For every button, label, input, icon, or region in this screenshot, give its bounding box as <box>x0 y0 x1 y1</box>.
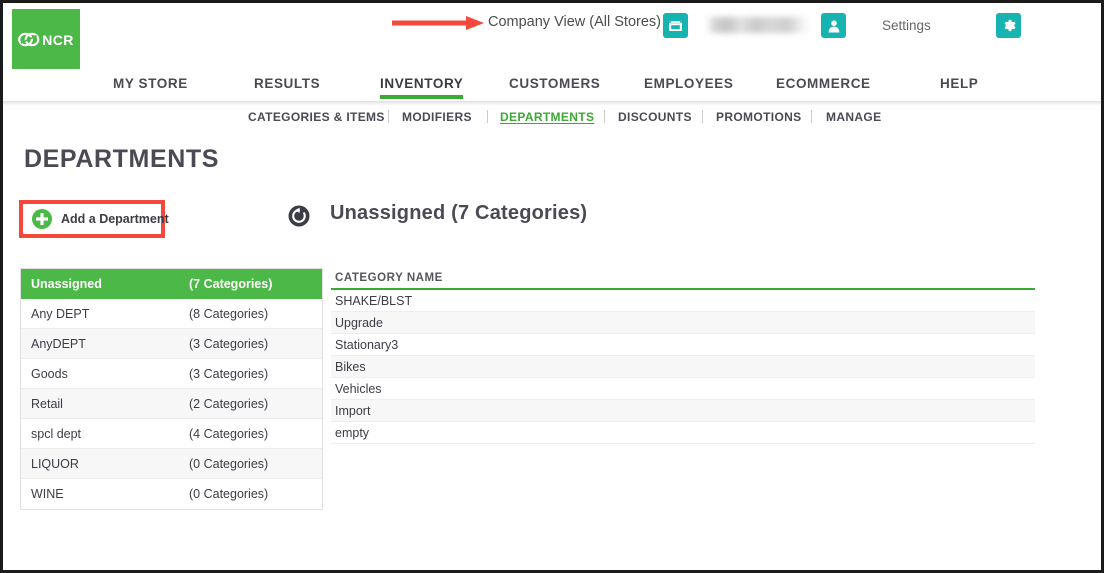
category-name: SHAKE/BLST <box>335 293 413 308</box>
mainnav-item-label: INVENTORY <box>380 76 464 91</box>
department-row[interactable]: LIQUOR (0 Categories) <box>21 449 322 479</box>
department-row[interactable]: Any DEPT (8 Categories) <box>21 299 322 329</box>
department-name: Goods <box>31 366 68 381</box>
department-category-count: (8 Categories) <box>189 306 269 321</box>
subnav-item-categories-items[interactable]: CATEGORIES & ITEMS <box>248 110 385 124</box>
mainnav-item-label: RESULTS <box>254 76 321 91</box>
mainnav-item-label: MY STORE <box>113 76 188 91</box>
mainnav-item-help[interactable]: HELP <box>940 76 978 91</box>
plus-circle-icon <box>32 209 52 229</box>
category-row[interactable]: Bikes <box>331 356 1035 378</box>
mainnav-item-label: HELP <box>940 76 979 91</box>
mainnav-item-results[interactable]: RESULTS <box>254 76 320 91</box>
department-row[interactable]: Unassigned (7 Categories) <box>21 269 322 299</box>
category-row[interactable]: Upgrade <box>331 312 1035 334</box>
department-category-count: (0 Categories) <box>189 487 269 501</box>
department-name: Retail <box>31 396 63 411</box>
department-category-count: (7 Categories) <box>189 277 273 291</box>
settings-link[interactable]: Settings <box>882 18 931 33</box>
subnav-separator <box>811 110 812 123</box>
username-redacted <box>706 17 810 33</box>
department-row[interactable]: WINE (0 Categories) <box>21 479 322 509</box>
department-category-count: (0 Categories) <box>189 456 269 471</box>
mainnav-item-inventory[interactable]: INVENTORY <box>380 76 464 99</box>
refresh-icon[interactable] <box>288 205 310 227</box>
subnav-item-manage[interactable]: MANAGE <box>826 110 881 124</box>
department-category-count: (2 Categories) <box>189 396 269 411</box>
category-row[interactable]: SHAKE/BLST <box>331 290 1035 312</box>
department-name: spcl dept <box>31 426 82 441</box>
ncr-logo[interactable]: NCR <box>12 9 80 70</box>
department-name: AnyDEPT <box>31 336 86 351</box>
company-view-selector[interactable]: Company View (All Stores) <box>488 14 661 30</box>
category-row[interactable]: Vehicles <box>331 378 1035 400</box>
subnav-separator <box>702 110 703 123</box>
department-name: Any DEPT <box>31 306 90 321</box>
category-name: Upgrade <box>335 315 383 330</box>
main-navigation: MY STORE RESULTS INVENTORY CUSTOMERS EMPLOYE… <box>3 69 1101 102</box>
department-row[interactable]: Goods (3 Categories) <box>21 359 322 389</box>
gear-glyph <box>1004 19 1016 32</box>
ncr-rings-icon <box>18 32 40 47</box>
application-window: NCR Company View (All Stores) Settings M… <box>0 0 1104 573</box>
user-glyph <box>828 19 839 32</box>
add-department-button[interactable]: Add a Department <box>23 204 169 234</box>
department-row[interactable]: Retail (2 Categories) <box>21 389 322 419</box>
department-category-count: (4 Categories) <box>189 426 269 441</box>
store-glyph <box>669 20 682 31</box>
subnav-separator <box>487 110 488 123</box>
top-bar: NCR Company View (All Stores) Settings <box>3 3 1101 71</box>
store-icon[interactable] <box>663 13 688 38</box>
add-department-label: Add a Department <box>61 212 169 226</box>
subnav-item-modifiers[interactable]: MODIFIERS <box>402 110 472 124</box>
mainnav-active-underline <box>380 95 464 99</box>
category-table: CATEGORY NAME SHAKE/BLST Upgrade Stationar… <box>331 268 1035 444</box>
department-category-count: (3 Categories) <box>189 336 269 351</box>
category-name-column-header: CATEGORY NAME <box>335 272 443 284</box>
department-name: Unassigned <box>31 277 102 291</box>
subnav-separator <box>388 110 389 123</box>
category-table-header: CATEGORY NAME <box>331 268 1035 290</box>
page-title: DEPARTMENTS <box>24 145 220 173</box>
subnav-item-discounts[interactable]: DISCOUNTS <box>618 110 692 124</box>
mainnav-item-my-store[interactable]: MY STORE <box>113 76 188 91</box>
add-department-highlight-box: Add a Department <box>19 200 169 238</box>
mainnav-item-label: ECOMMERCE <box>776 76 871 91</box>
mainnav-item-employees[interactable]: EMPLOYEES <box>644 76 733 91</box>
mainnav-item-ecommerce[interactable]: ECOMMERCE <box>776 76 871 91</box>
department-name: LIQUOR <box>31 456 79 471</box>
category-name: Bikes <box>335 359 366 374</box>
category-name: empty <box>335 425 370 440</box>
category-row[interactable]: empty <box>331 422 1035 444</box>
user-icon[interactable] <box>821 13 846 38</box>
subnav-separator <box>604 110 605 123</box>
category-name: Stationary3 <box>335 337 399 352</box>
category-name: Vehicles <box>335 381 382 396</box>
department-row[interactable]: AnyDEPT (3 Categories) <box>21 329 322 359</box>
mainnav-item-label: CUSTOMERS <box>509 76 601 91</box>
section-heading: Unassigned (7 Categories) <box>330 202 588 224</box>
ncr-logo-text: NCR <box>42 31 74 48</box>
mainnav-item-label: EMPLOYEES <box>644 76 734 91</box>
category-row[interactable]: Import <box>331 400 1035 422</box>
department-list: Unassigned (7 Categories) Any DEPT (8 Categ… <box>20 268 323 510</box>
category-name: Import <box>335 403 371 418</box>
red-arrow-annotation <box>392 16 484 30</box>
gear-icon[interactable] <box>996 13 1021 38</box>
mainnav-item-customers[interactable]: CUSTOMERS <box>509 76 600 91</box>
department-row[interactable]: spcl dept (4 Categories) <box>21 419 322 449</box>
subnav-item-departments[interactable]: DEPARTMENTS <box>500 110 594 124</box>
sub-navigation: CATEGORIES & ITEMS MODIFIERS DEPARTMENTS DI… <box>3 106 1101 132</box>
subnav-item-promotions[interactable]: PROMOTIONS <box>716 110 802 124</box>
department-category-count: (3 Categories) <box>189 366 269 381</box>
department-name: WINE <box>31 487 64 501</box>
category-row[interactable]: Stationary3 <box>331 334 1035 356</box>
